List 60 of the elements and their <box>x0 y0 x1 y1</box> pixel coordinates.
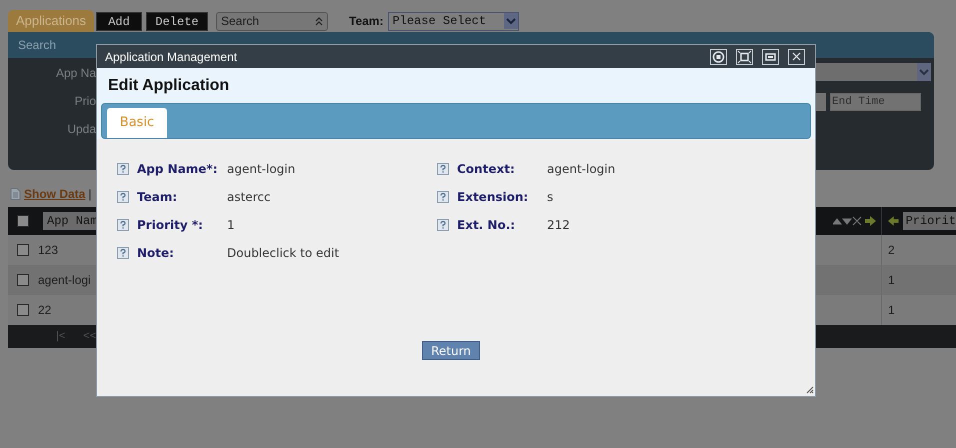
checkbox[interactable] <box>17 304 29 316</box>
help-icon <box>437 190 449 202</box>
field-value: Doubleclick to edit <box>227 244 340 262</box>
table-cell-text: agent-logi <box>38 272 91 289</box>
sort-icons[interactable] <box>833 216 877 226</box>
delete-button[interactable]: Delete <box>146 12 208 30</box>
pager-button[interactable]: << <box>83 328 96 345</box>
help-icon <box>437 218 449 230</box>
resize-grip-icon[interactable] <box>806 386 814 394</box>
sort-icon <box>315 16 323 26</box>
add-button[interactable]: Add <box>96 12 142 30</box>
field-label: Team: <box>137 188 178 206</box>
show-data-link[interactable]: Show Data <box>24 185 86 203</box>
table-cell-text: 1 <box>887 272 896 289</box>
help-icon <box>117 162 129 174</box>
checkbox[interactable] <box>17 244 29 256</box>
field-label: App Name*: <box>137 160 219 178</box>
field-label: Priority *: <box>137 216 204 234</box>
help-icon <box>117 218 129 230</box>
field-value: astercc <box>227 188 271 206</box>
field-label: Note: <box>137 244 175 262</box>
help-icon <box>117 190 129 202</box>
search-select[interactable]: Search <box>216 12 328 30</box>
team-label: Team: <box>349 13 384 30</box>
field-label: Context: <box>457 160 516 178</box>
minimize-icon[interactable] <box>762 48 779 64</box>
field-label: Extension: <box>457 188 530 206</box>
document-icon <box>10 188 21 200</box>
app-tab[interactable]: Applications <box>8 10 94 32</box>
dropdown-icon <box>917 63 931 81</box>
arrow-left-icon[interactable] <box>888 216 899 226</box>
checkbox[interactable] <box>17 274 29 286</box>
table-cell-text: 22 <box>38 302 52 319</box>
field-value: agent-login <box>547 160 616 178</box>
dialog-tab[interactable]: Basic <box>107 108 167 138</box>
team-select[interactable]: Please Select <box>388 12 520 30</box>
help-icon <box>117 246 129 258</box>
return-button[interactable]: Return <box>422 341 480 360</box>
close-icon[interactable] <box>788 48 805 64</box>
dropdown-icon <box>504 13 518 29</box>
field-label: Ext. No.: <box>457 216 516 234</box>
maximize-icon[interactable] <box>736 48 753 64</box>
checkbox[interactable] <box>17 215 29 227</box>
field-value: 212 <box>547 216 570 234</box>
start-time-field[interactable] <box>816 93 826 111</box>
table-cell-text: 2 <box>887 242 896 259</box>
field-value: 1 <box>227 216 235 234</box>
pager-button[interactable]: |< <box>56 328 66 345</box>
end-time-field[interactable]: End Time <box>830 93 921 111</box>
search-field-label: Prio <box>74 93 96 110</box>
dialog-heading: Edit Application <box>108 76 230 96</box>
table-cell-text: 123 <box>38 242 58 259</box>
table-cell-text: 1 <box>887 302 896 319</box>
help-icon <box>437 162 449 174</box>
column-header[interactable]: Priorit <box>902 212 956 230</box>
search-field-label: Upda <box>66 121 96 138</box>
search-field-label: App Na <box>54 65 96 82</box>
field-value: s <box>547 188 554 206</box>
link-separator: | <box>88 186 92 203</box>
field-value: agent-login <box>227 160 296 178</box>
